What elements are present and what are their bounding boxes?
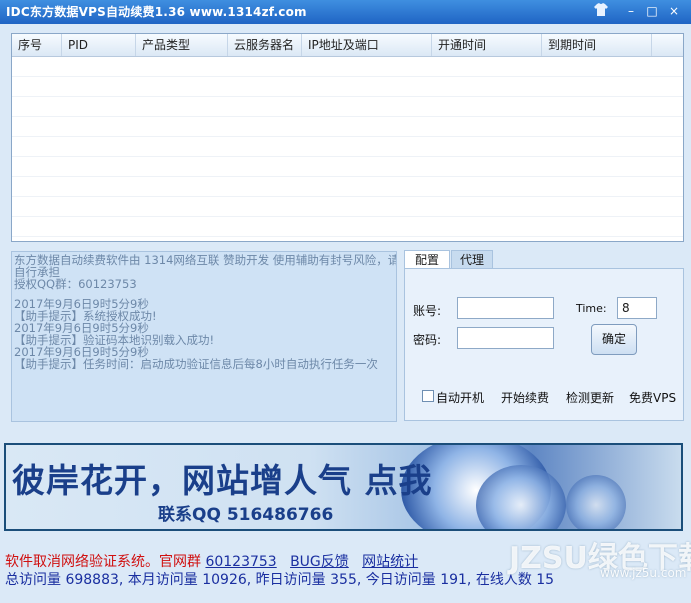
footer-notice: 软件取消网络验证系统。官网群	[5, 554, 201, 570]
autostart-checkbox[interactable]	[422, 390, 434, 402]
watermark-url: www.jz5u.com	[600, 566, 687, 580]
column-header-server-name[interactable]: 云服务器名	[228, 34, 302, 56]
column-header-ip-port[interactable]: IP地址及端口	[302, 34, 432, 56]
table-row	[12, 197, 683, 217]
table-row	[12, 57, 683, 77]
column-header-filler	[652, 34, 683, 56]
banner-ad[interactable]: 彼岸花开，网站增人气 点我 联系QQ 516486766	[4, 443, 683, 531]
flower-decoration	[566, 475, 626, 529]
autostart-label[interactable]: 自动开机	[436, 389, 484, 406]
log-line: 授权QQ群：60123753	[14, 277, 137, 291]
log-line: 东方数据自动续费软件由 1314网络互联 赞助开发 使用辅助有封号风险，请	[14, 253, 397, 267]
table-row	[12, 177, 683, 197]
site-stats-link[interactable]: 网站统计	[362, 554, 418, 570]
visit-stats: 总访问量 698883, 本月访问量 10926, 昨日访问量 355, 今日访…	[5, 572, 555, 588]
tab-proxy[interactable]: 代理	[451, 250, 493, 269]
table-header: 序号 PID 产品类型 云服务器名 IP地址及端口 开通时间 到期时间	[12, 34, 683, 57]
flower-decoration	[476, 465, 566, 529]
banner-headline: 彼岸花开，网站增人气 点我	[12, 461, 433, 500]
tab-config[interactable]: 配置	[404, 250, 450, 269]
banner-contact-qq: 联系QQ 516486766	[158, 505, 334, 525]
time-label: Time:	[576, 302, 607, 315]
password-label: 密码:	[413, 333, 442, 347]
table-row	[12, 77, 683, 97]
table-row	[12, 117, 683, 137]
confirm-button[interactable]: 确定	[591, 324, 637, 355]
shirt-icon[interactable]	[592, 3, 610, 20]
table-row	[12, 137, 683, 157]
free-vps-button[interactable]: 免费VPS	[629, 389, 676, 406]
column-header-pid[interactable]: PID	[62, 34, 136, 56]
minimize-button[interactable]: –	[622, 3, 640, 20]
table-body	[12, 57, 683, 237]
table-row	[12, 217, 683, 237]
maximize-button[interactable]: □	[643, 3, 661, 20]
log-panel[interactable]: 东方数据自动续费软件由 1314网络互联 赞助开发 使用辅助有封号风险，请 自行…	[11, 251, 397, 422]
config-panel: 账号: Time: 8 密码: 确定 自动开机 开始续费 检测更新 免费VPS	[404, 268, 684, 421]
account-label: 账号:	[413, 304, 442, 318]
time-input[interactable]: 8	[617, 297, 657, 319]
check-update-button[interactable]: 检测更新	[566, 389, 614, 406]
column-header-open-time[interactable]: 开通时间	[432, 34, 542, 56]
table-row	[12, 157, 683, 177]
close-button[interactable]: ×	[665, 3, 683, 20]
group-number-link[interactable]: 60123753	[205, 554, 276, 570]
column-header-expire-time[interactable]: 到期时间	[542, 34, 652, 56]
password-input[interactable]	[457, 327, 554, 349]
log-line: 【助手提示】任务时间：启动成功验证信息后每8小时自动执行任务一次	[14, 357, 378, 371]
bug-feedback-link[interactable]: BUG反馈	[290, 554, 349, 570]
window-title: IDC东方数据VPS自动续费1.36 www.1314zf.com	[6, 5, 307, 19]
start-renew-button[interactable]: 开始续费	[501, 389, 549, 406]
vps-table[interactable]: 序号 PID 产品类型 云服务器名 IP地址及端口 开通时间 到期时间	[11, 33, 684, 242]
column-header-index[interactable]: 序号	[12, 34, 62, 56]
column-header-product-type[interactable]: 产品类型	[136, 34, 228, 56]
title-bar: IDC东方数据VPS自动续费1.36 www.1314zf.com – □ ×	[0, 0, 691, 24]
footer-notice-line: 软件取消网络验证系统。官网群 60123753 BUG反馈 网站统计	[5, 551, 418, 571]
account-input[interactable]	[457, 297, 554, 319]
table-row	[12, 97, 683, 117]
